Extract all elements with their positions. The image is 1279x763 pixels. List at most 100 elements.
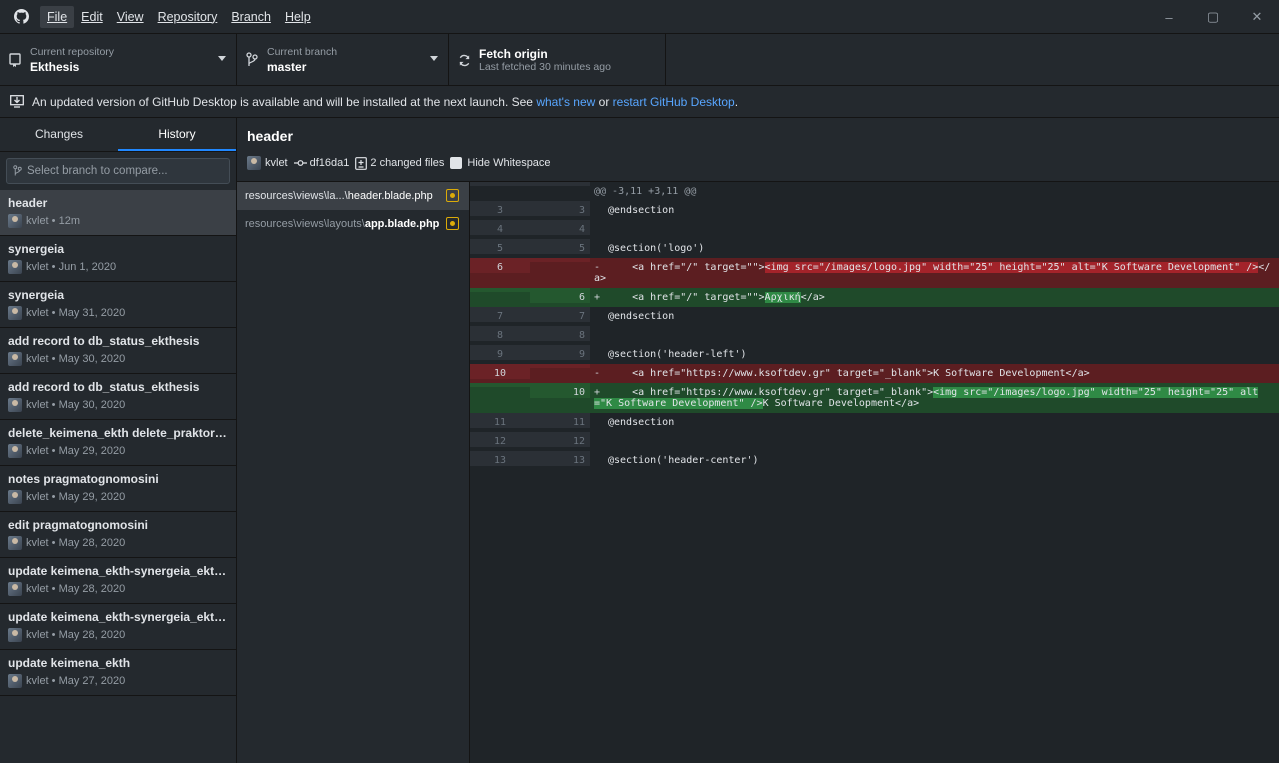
commit-item-title: header bbox=[8, 196, 48, 210]
commit-item[interactable]: update keimena_ekth kvlet • May 27, 2020 bbox=[0, 650, 236, 696]
menu-branch[interactable]: Branch bbox=[224, 6, 278, 28]
diff-line-context[interactable]: 33 @endsection bbox=[470, 201, 1279, 220]
commit-item-separator: • bbox=[48, 399, 59, 411]
commit-item[interactable]: notes pragmatognomosini kvlet • May 29, 2… bbox=[0, 466, 236, 512]
toolbar: Current repository Ekthesis Current bran… bbox=[0, 34, 1279, 86]
commit-item-meta: kvlet • May 30, 2020 bbox=[8, 398, 228, 412]
file-item[interactable]: resources\views\la...\ header.blade.php bbox=[237, 182, 469, 210]
menu-edit[interactable]: Edit bbox=[74, 6, 110, 28]
diff-line-context[interactable]: 44 bbox=[470, 220, 1279, 239]
branch-name: master bbox=[267, 60, 307, 74]
commit-item-time: May 31, 2020 bbox=[58, 307, 126, 319]
menu-view[interactable]: View bbox=[110, 6, 151, 28]
avatar bbox=[8, 536, 22, 550]
commit-item-meta: kvlet • 12m bbox=[8, 214, 228, 228]
chevron-down-icon bbox=[430, 56, 438, 61]
diff-line-context[interactable]: 12 12 bbox=[470, 432, 1279, 451]
file-name: app.blade.php bbox=[364, 218, 440, 230]
menu-file[interactable]: File bbox=[40, 5, 75, 28]
sidebar: Changes History Select branch to compare… bbox=[0, 118, 237, 763]
checkbox-icon[interactable] bbox=[450, 157, 463, 169]
commit-item[interactable]: header kvlet • 12m bbox=[0, 190, 236, 236]
commit-item-title: synergeia bbox=[8, 242, 65, 256]
author-name: kvlet bbox=[265, 157, 288, 169]
update-banner: An updated version of GitHub Desktop is … bbox=[0, 86, 1279, 118]
diff-line-context[interactable]: 13 13 @section('header-center') bbox=[470, 451, 1279, 470]
menu-help[interactable]: Help bbox=[278, 6, 318, 28]
old-line-number bbox=[470, 288, 530, 292]
commit-item[interactable]: synergeia kvlet • Jun 1, 2020 bbox=[0, 236, 236, 282]
commit-item-separator: • bbox=[48, 445, 59, 457]
commit-item[interactable]: update keimena_ekth-synergeia_ekth-... kv… bbox=[0, 558, 236, 604]
fetch-sub-label: Last fetched 30 minutes ago bbox=[479, 61, 611, 73]
new-line-number: 10 bbox=[530, 383, 590, 398]
old-line-number: 9 bbox=[470, 345, 530, 360]
diff-line-deleted[interactable]: 10 - <a href="https://www.ksoftdev.gr" ta… bbox=[470, 364, 1279, 383]
diff-line-deleted[interactable]: 6 - <a href="/" target=""><img src="/imag… bbox=[470, 258, 1279, 288]
commit-item-author: kvlet bbox=[26, 353, 49, 365]
diff-line-context[interactable]: 11 11 @endsection bbox=[470, 413, 1279, 432]
branch-compare-input[interactable]: Select branch to compare... bbox=[6, 158, 230, 184]
fetch-origin-button[interactable]: Fetch origin Last fetched 30 minutes ago bbox=[449, 34, 666, 86]
current-repository-button[interactable]: Current repository Ekthesis bbox=[0, 34, 237, 86]
current-branch-button[interactable]: Current branch master bbox=[237, 34, 449, 86]
commit-list: header kvlet • 12m synergeia kvlet • Jun 1,… bbox=[0, 190, 236, 696]
commit-title: header bbox=[247, 128, 293, 144]
avatar bbox=[8, 444, 22, 458]
tab-history[interactable]: History bbox=[118, 118, 236, 151]
commit-item[interactable]: edit pragmatognomosini kvlet • May 28, 20… bbox=[0, 512, 236, 558]
diff-line-context[interactable]: 88 bbox=[470, 326, 1279, 345]
commit-item-author: kvlet bbox=[26, 583, 49, 595]
restore-button[interactable]: ▢ bbox=[1191, 0, 1235, 34]
commit-item-time: May 30, 2020 bbox=[58, 399, 126, 411]
minimize-button[interactable]: – bbox=[1147, 0, 1191, 34]
new-line-number: 11 bbox=[530, 413, 590, 428]
diff-line-context[interactable]: 99 @section('header-left') bbox=[470, 345, 1279, 364]
commit-item-meta: kvlet • May 27, 2020 bbox=[8, 674, 228, 688]
new-line-number: 9 bbox=[530, 345, 590, 360]
menu-bar: File Edit View Repository Branch Help bbox=[40, 5, 318, 28]
commit-item-meta: kvlet • May 28, 2020 bbox=[8, 536, 228, 550]
commit-item-title: edit pragmatognomosini bbox=[8, 518, 149, 532]
window-controls: – ▢ ✕ bbox=[1147, 0, 1279, 34]
tab-changes[interactable]: Changes bbox=[0, 118, 118, 151]
commit-item-author: kvlet bbox=[26, 445, 49, 457]
commit-item-time: May 30, 2020 bbox=[58, 353, 126, 365]
old-line-number: 7 bbox=[470, 307, 530, 322]
commit-icon bbox=[293, 160, 307, 166]
sha[interactable]: df16da1 bbox=[293, 157, 349, 169]
hide-whitespace-checkbox[interactable]: Hide Whitespace bbox=[450, 157, 551, 169]
avatar bbox=[8, 260, 22, 274]
commit-item-title: notes pragmatognomosini bbox=[8, 472, 159, 486]
commit-item[interactable]: add record to db_status_ekthesis kvlet • … bbox=[0, 328, 236, 374]
commit-item-meta: kvlet • May 29, 2020 bbox=[8, 444, 228, 458]
file-item[interactable]: resources\views\layouts\ app.blade.php bbox=[237, 210, 469, 238]
diff-code: @endsection bbox=[608, 205, 675, 216]
menu-repository[interactable]: Repository bbox=[151, 6, 225, 28]
commit-item-meta: kvlet • May 30, 2020 bbox=[8, 352, 228, 366]
whats-new-link[interactable]: what's new bbox=[536, 95, 595, 109]
commit-meta: kvlet df16da1 2 changed files Hide White… bbox=[247, 156, 1269, 170]
commit-item[interactable]: delete_keimena_ekth delete_praktorei... k… bbox=[0, 420, 236, 466]
new-line-number: 6 bbox=[530, 288, 590, 303]
github-logo-icon bbox=[10, 6, 32, 28]
modified-icon bbox=[446, 217, 459, 230]
hunk-header: @@ -3,11 +3,11 @@ bbox=[470, 182, 1279, 201]
diff-line-added[interactable]: 6 + <a href="/" target="">Αρχική</a> bbox=[470, 288, 1279, 307]
new-line-number bbox=[530, 364, 590, 368]
commit-item[interactable]: synergeia kvlet • May 31, 2020 bbox=[0, 282, 236, 328]
restart-link[interactable]: restart GitHub Desktop bbox=[613, 95, 735, 109]
new-line-number: 13 bbox=[530, 451, 590, 466]
branch-icon bbox=[237, 52, 267, 68]
author: kvlet bbox=[247, 156, 288, 170]
old-line-number: 6 bbox=[470, 258, 530, 273]
diff-line-context[interactable]: 55 @section('logo') bbox=[470, 239, 1279, 258]
banner-end-text: . bbox=[734, 94, 739, 109]
close-button[interactable]: ✕ bbox=[1235, 0, 1279, 34]
commit-item[interactable]: update keimena_ekth-synergeia_ekth-... kv… bbox=[0, 604, 236, 650]
diff-line-context[interactable]: 77 @endsection bbox=[470, 307, 1279, 326]
commit-item[interactable]: add record to db_status_ekthesis kvlet • … bbox=[0, 374, 236, 420]
branch-sub-label: Current branch bbox=[267, 46, 338, 58]
avatar bbox=[8, 306, 22, 320]
diff-line-added[interactable]: 10 + <a href="https://www.ksoftdev.gr" ta… bbox=[470, 383, 1279, 413]
